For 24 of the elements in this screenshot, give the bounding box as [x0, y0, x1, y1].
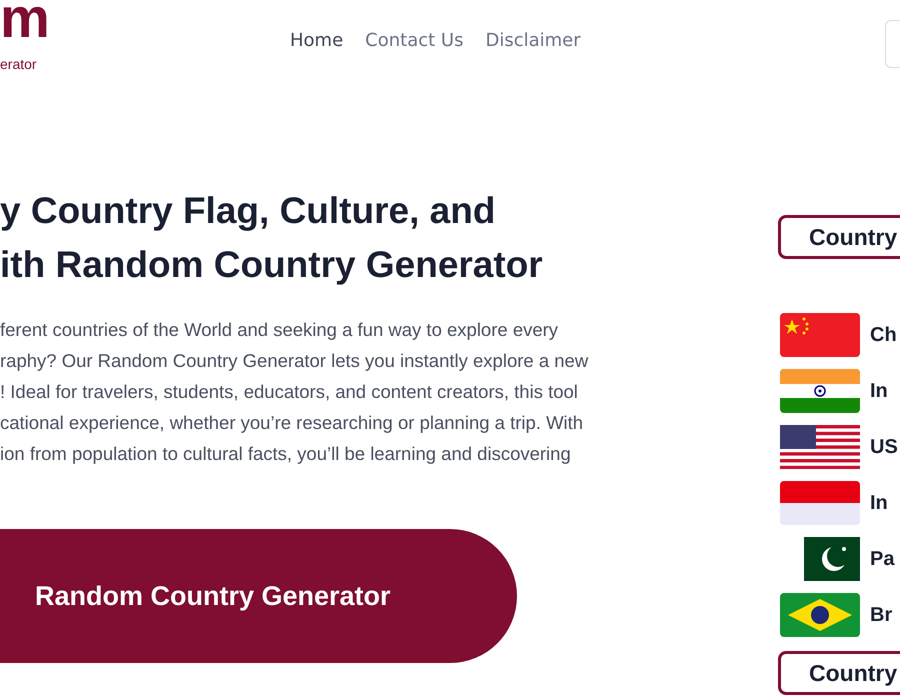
flag-icon	[780, 313, 860, 357]
flag-icon	[780, 593, 860, 637]
flag-icon	[780, 481, 860, 525]
country-name[interactable]: In	[870, 380, 888, 402]
country-name[interactable]: US	[870, 436, 898, 458]
logo-mark: m	[0, 0, 50, 40]
country-name[interactable]: Br	[870, 604, 892, 626]
page-heading-line: y Country Flag, Culture, and	[0, 189, 496, 233]
flag-icon	[804, 537, 860, 581]
nav-link[interactable]: Contact Us	[365, 30, 464, 51]
logo-tagline: erator	[0, 56, 37, 72]
page-heading-line: ith Random Country Generator	[0, 243, 543, 287]
flag-icon	[780, 425, 860, 469]
flag-icon	[780, 369, 860, 413]
sidebar-heading: Country	[778, 651, 900, 695]
country-name[interactable]: Pa	[870, 548, 894, 570]
sidebar-heading: Country	[778, 215, 900, 259]
nav-link[interactable]: Home	[290, 30, 344, 51]
country-name[interactable]: Ch	[870, 324, 897, 346]
search-field[interactable]	[885, 20, 900, 68]
country-name[interactable]: In	[870, 492, 888, 514]
generate-button[interactable]: Random Country Generator	[0, 529, 517, 663]
nav-link[interactable]: Disclaimer	[485, 30, 581, 51]
intro-paragraph: ferent countries of the World and seeking a fun way to explore every raphy? Our Random Country Generator lets you instantly explore a new ! Ideal for travelers, students, educators, and content creators, this tool cational experience, whether you’re researching or planning a trip. With ion from population to cultural facts, you’ll be learning and discovering	[0, 318, 590, 466]
